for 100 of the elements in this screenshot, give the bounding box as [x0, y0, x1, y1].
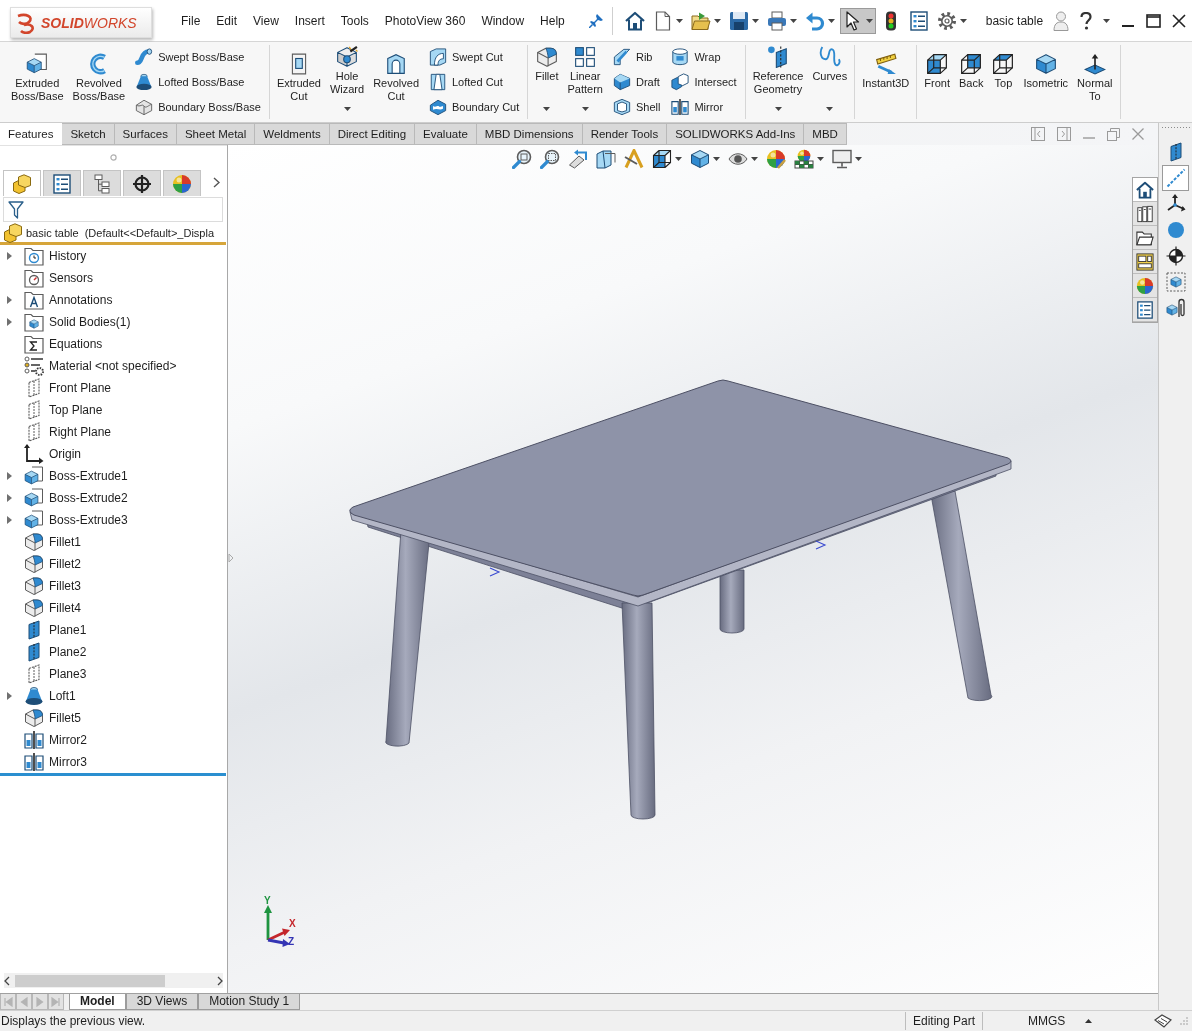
task-pane-tab[interactable]: [1133, 250, 1157, 274]
ribbon-button[interactable]: Revolved Boss/Base: [71, 45, 127, 119]
user-icon[interactable]: [1053, 10, 1069, 31]
tree-item[interactable]: Mirror2: [0, 729, 87, 751]
filter-field[interactable]: [3, 197, 223, 222]
toolbar-button[interactable]: [652, 149, 682, 169]
menu-item[interactable]: View: [245, 10, 287, 31]
chevron-right-icon[interactable]: [213, 176, 220, 188]
toolbar-button[interactable]: [624, 149, 644, 169]
unit-system[interactable]: MMGS: [1028, 1014, 1066, 1028]
expand-arrow-icon[interactable]: [7, 318, 12, 326]
tree-item[interactable]: basic table (Default<<Default>_Displa: [0, 223, 215, 242]
tree-item[interactable]: Boss-Extrude3: [0, 509, 128, 531]
expand-arrow-icon[interactable]: [7, 692, 12, 700]
splitter-handle-icon[interactable]: [228, 553, 234, 563]
menu-item[interactable]: Window: [473, 10, 533, 31]
ribbon-button[interactable]: Boundary Cut: [427, 94, 522, 119]
tree-item[interactable]: Boss-Extrude2: [0, 487, 128, 509]
toolbar-button[interactable]: [832, 149, 862, 169]
help-icon[interactable]: [1080, 11, 1092, 30]
ribbon-button[interactable]: Top: [991, 45, 1016, 119]
tree-item[interactable]: Plane1: [0, 619, 87, 641]
command-tab[interactable]: Render Tools: [582, 123, 668, 145]
ribbon-button[interactable]: Instant3D: [861, 45, 911, 119]
ribbon-button[interactable]: Linear Pattern: [566, 45, 604, 119]
ribbon-button[interactable]: Mirror: [669, 94, 739, 119]
tree-item[interactable]: Boss-Extrude1: [0, 465, 128, 487]
ribbon-button[interactable]: Rib: [610, 45, 663, 70]
ribbon-button[interactable]: Hole Wizard: [328, 45, 366, 119]
panel-tab[interactable]: [3, 170, 41, 196]
chevron-left-icon[interactable]: [4, 975, 10, 986]
ribbon-button[interactable]: Swept Cut: [427, 45, 522, 70]
tree-item[interactable]: Annotations: [0, 289, 113, 311]
tree-item[interactable]: Front Plane: [0, 377, 112, 399]
ribbon-button[interactable]: Revolved Cut: [372, 45, 420, 119]
panel-tab[interactable]: [83, 170, 121, 196]
expand-arrow-icon[interactable]: [7, 472, 12, 480]
task-pane-tab[interactable]: [1133, 178, 1157, 202]
menu-item[interactable]: File: [173, 10, 209, 31]
view-tab[interactable]: Model: [69, 994, 126, 1010]
ribbon-button[interactable]: Reference Geometry: [751, 45, 805, 119]
tile-right-icon[interactable]: [1057, 127, 1071, 141]
ribbon-button[interactable]: Isometric: [1022, 45, 1070, 119]
scrollbar-thumb[interactable]: [15, 974, 165, 987]
command-tab[interactable]: Sheet Metal: [176, 123, 256, 145]
task-pane-tab[interactable]: [1133, 298, 1157, 322]
command-tab[interactable]: Sketch: [62, 123, 115, 145]
ribbon-button[interactable]: Extruded Cut: [275, 45, 322, 119]
ribbon-button[interactable]: Wrap: [669, 45, 739, 70]
toolbar-grip-icon[interactable]: [1161, 126, 1190, 129]
ribbon-button[interactable]: Draft: [610, 69, 663, 95]
toolbar-button[interactable]: [794, 149, 824, 169]
ribbon-button[interactable]: Curves: [811, 45, 849, 119]
ribbon-button[interactable]: Boundary Boss/Base: [133, 94, 263, 119]
tree-item[interactable]: History: [0, 245, 87, 267]
tree-item[interactable]: Top Plane: [0, 399, 103, 421]
restore-icon[interactable]: [1107, 127, 1120, 141]
menu-item[interactable]: Tools: [332, 10, 377, 31]
toolbar-button[interactable]: [512, 149, 532, 169]
toolbar-button[interactable]: [690, 149, 720, 169]
close-icon[interactable]: [1172, 13, 1186, 28]
tree-item[interactable]: Origin: [0, 443, 81, 465]
tile-left-icon[interactable]: [1031, 127, 1045, 141]
command-tab[interactable]: SOLIDWORKS Add-Ins: [667, 123, 805, 145]
ribbon-button[interactable]: Intersect: [669, 69, 739, 95]
caret-icon[interactable]: [1103, 18, 1110, 23]
menu-item[interactable]: Edit: [208, 10, 246, 31]
command-tab[interactable]: Direct Editing: [329, 123, 416, 145]
resize-grip-icon[interactable]: [1180, 1017, 1188, 1025]
ribbon-button[interactable]: Lofted Boss/Base: [133, 69, 263, 95]
ribbon-button[interactable]: Shell: [610, 94, 663, 119]
splitter-grip-icon[interactable]: [110, 153, 117, 161]
command-tab[interactable]: MBD: [804, 123, 847, 145]
horizontal-scrollbar[interactable]: [4, 973, 223, 988]
view-tab[interactable]: Motion Study 1: [198, 994, 301, 1010]
command-tab[interactable]: Surfaces: [114, 123, 177, 145]
caret-up-icon[interactable]: [1085, 1019, 1093, 1023]
tree-item[interactable]: Mirror3: [0, 751, 87, 773]
tree-item[interactable]: Equations: [0, 333, 103, 355]
panel-tab[interactable]: [123, 170, 161, 196]
expand-arrow-icon[interactable]: [7, 494, 12, 502]
command-tab[interactable]: Features: [0, 123, 63, 145]
tree-item[interactable]: Fillet5: [0, 707, 81, 729]
view-tab[interactable]: 3D Views: [125, 994, 199, 1010]
command-tab[interactable]: Weldments: [255, 123, 330, 145]
expand-arrow-icon[interactable]: [7, 296, 12, 304]
ribbon-button[interactable]: Back: [958, 45, 985, 119]
expand-arrow-icon[interactable]: [7, 516, 12, 524]
panel-tab[interactable]: [43, 170, 81, 196]
maximize-icon[interactable]: [1146, 13, 1161, 28]
tree-item[interactable]: Fillet4: [0, 597, 81, 619]
toolbar-button[interactable]: [596, 149, 616, 169]
tree-item[interactable]: Material <not specified>: [0, 355, 177, 377]
toolbar-button[interactable]: [839, 7, 876, 34]
tree-item[interactable]: Plane3: [0, 663, 87, 685]
ribbon-button[interactable]: Lofted Cut: [427, 69, 522, 95]
tree-item[interactable]: Plane2: [0, 641, 87, 663]
tree-item[interactable]: Fillet1: [0, 531, 81, 553]
ribbon-button[interactable]: Swept Boss/Base: [133, 45, 263, 70]
pin-icon[interactable]: [588, 13, 603, 28]
